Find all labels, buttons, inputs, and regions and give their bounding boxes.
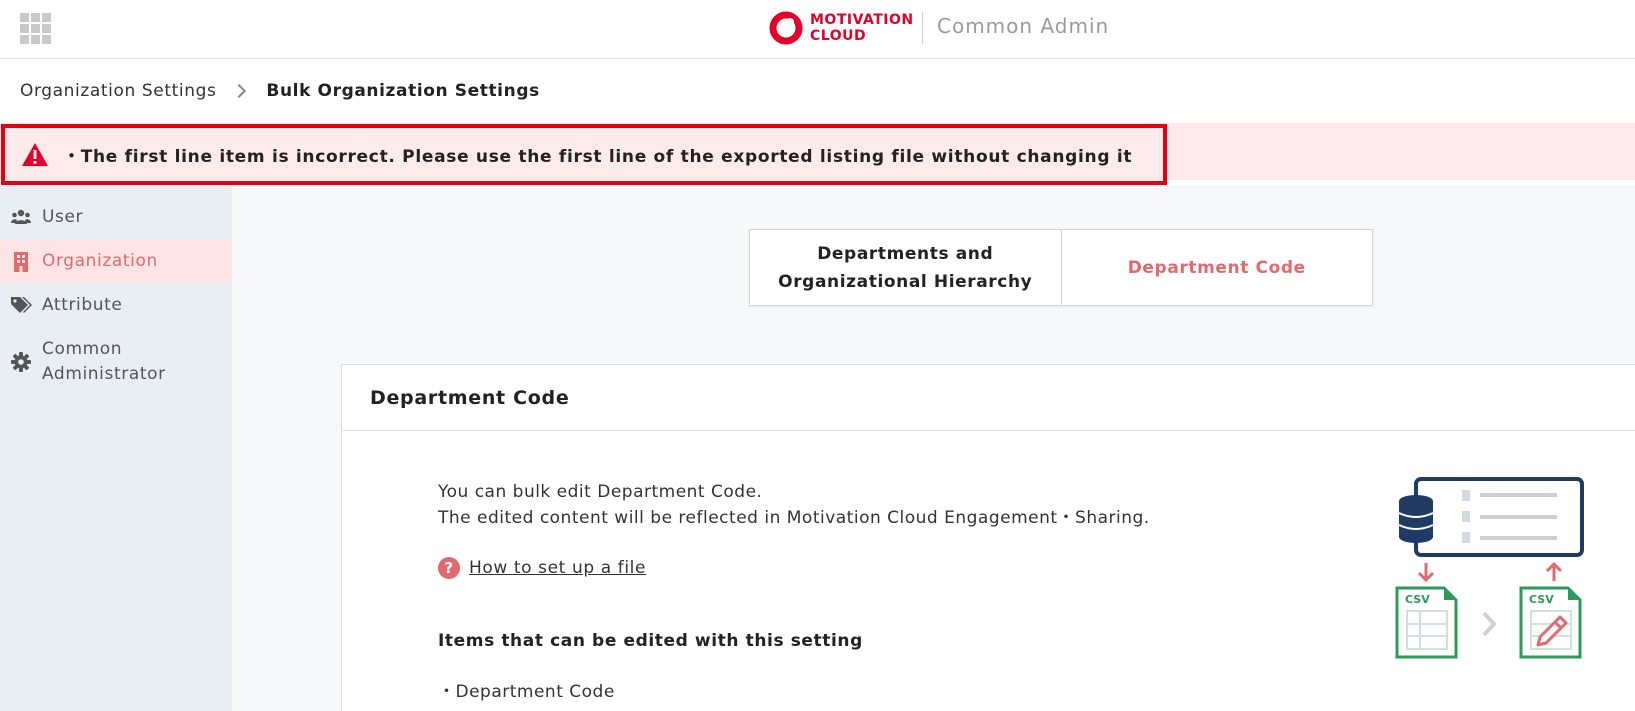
sidebar-item-attribute[interactable]: Attribute <box>0 285 232 325</box>
database-icon <box>1398 495 1434 543</box>
tab-label: Departments and Organizational Hierarchy <box>778 243 1033 292</box>
arrow-up-icon <box>1545 561 1563 581</box>
breadcrumb-organization-settings[interactable]: Organization Settings <box>20 81 216 101</box>
alert-message: ・The first line item is incorrect. Pleas… <box>63 147 1133 167</box>
tab-department-code[interactable]: Department Code <box>1060 230 1373 305</box>
description-line: You can bulk edit Department Code. <box>438 482 763 502</box>
building-icon <box>10 251 32 273</box>
csv-label: CSV <box>1405 593 1430 606</box>
arrow-down-icon <box>1417 563 1435 583</box>
logo-text: MOTIVATION CLOUD <box>810 12 914 44</box>
tab-departments-hierarchy[interactable]: Departments and Organizational Hierarchy <box>750 230 1061 305</box>
editable-items-title: Items that can be edited with this setti… <box>438 631 863 651</box>
header-divider <box>922 12 923 44</box>
sidebar-item-label: Common Administrator <box>42 339 166 384</box>
setting-tabs: Departments and Organizational Hierarchy… <box>749 229 1373 306</box>
chevron-right-icon <box>1482 611 1497 637</box>
how-to-setup-label: How to set up a file <box>469 558 647 578</box>
department-code-card: Department Code You can bulk edit Depart… <box>341 364 1635 711</box>
csv-file-icon: CSV <box>1395 586 1458 659</box>
tab-label: Department Code <box>1127 257 1306 278</box>
sidebar-item-user[interactable]: User <box>0 197 232 237</box>
sidebar-item-organization[interactable]: Organization <box>0 240 232 283</box>
logo-mark-icon <box>769 11 803 45</box>
csv-workflow-illustration: CSV CSV <box>1395 477 1584 659</box>
top-bar: MOTIVATION CLOUD Common Admin <box>0 0 1635 59</box>
sidebar-item-label: Attribute <box>42 294 123 315</box>
card-description: You can bulk edit Department Code. The e… <box>438 479 1150 531</box>
gear-icon <box>10 351 32 373</box>
logo-line-1: MOTIVATION <box>810 12 914 28</box>
app-name: Common Admin <box>937 14 1110 38</box>
logo-line-2: CLOUD <box>810 28 867 44</box>
chevron-right-icon <box>232 83 247 99</box>
app-launcher-icon[interactable] <box>20 13 51 44</box>
help-icon: ? <box>438 557 460 579</box>
motivation-cloud-logo[interactable]: MOTIVATION CLOUD <box>768 10 914 46</box>
card-title: Department Code <box>342 365 1635 431</box>
list-item: ・Department Code <box>438 682 615 702</box>
warning-icon <box>22 142 48 166</box>
sidebar: User Organization Attribute Common Admin… <box>0 185 232 711</box>
csv-edit-icon: CSV <box>1519 586 1582 659</box>
tags-icon <box>10 294 32 316</box>
error-alert: ・The first line item is incorrect. Pleas… <box>1 124 1167 185</box>
breadcrumb: Organization Settings Bulk Organization … <box>0 59 1635 123</box>
sidebar-item-label: Organization <box>42 251 158 271</box>
editable-items-list: ・Department Code <box>438 677 615 702</box>
users-icon <box>10 206 32 228</box>
how-to-setup-link[interactable]: ? How to set up a file <box>438 557 646 579</box>
sidebar-item-common-administrator[interactable]: Common Administrator <box>0 337 232 389</box>
breadcrumb-current: Bulk Organization Settings <box>266 81 540 101</box>
description-line: The edited content will be reflected in … <box>438 508 1150 528</box>
csv-label: CSV <box>1529 593 1554 606</box>
sidebar-item-label: User <box>42 206 84 227</box>
